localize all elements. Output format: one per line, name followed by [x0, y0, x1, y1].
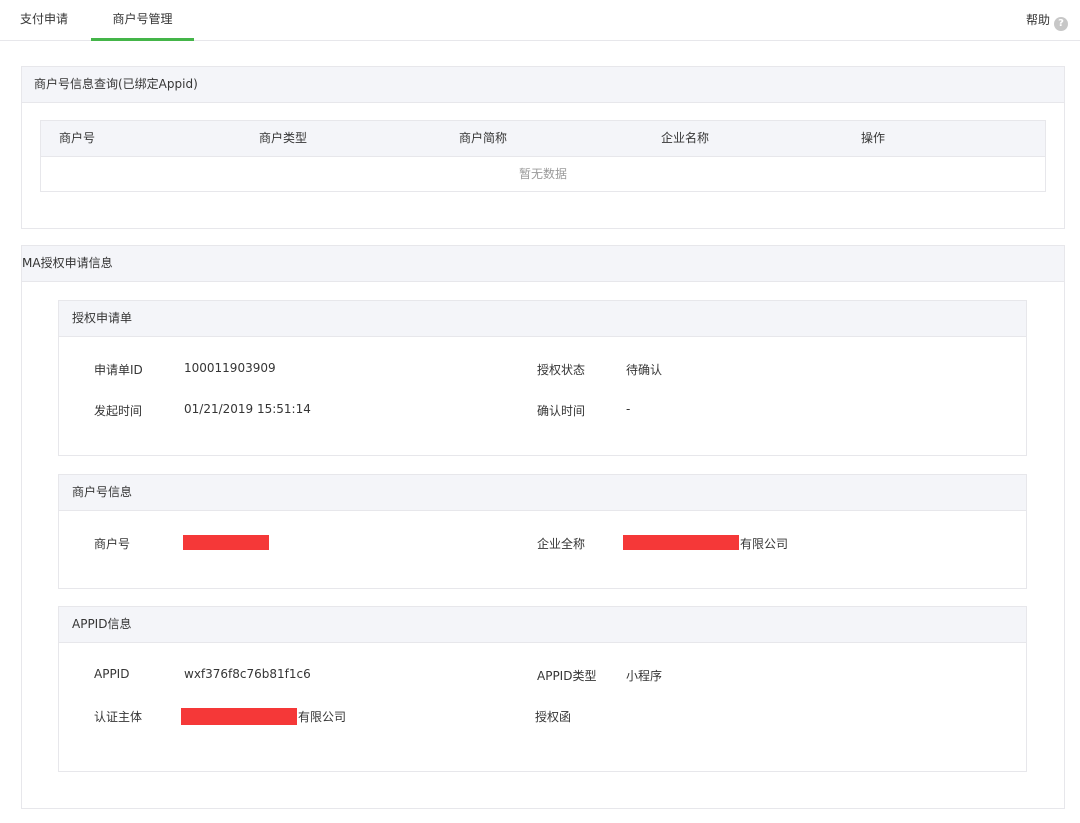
redacted-merchant-id: [183, 535, 269, 550]
confirm-time-value: -: [626, 402, 631, 416]
certified-subject-suffix: 有限公司: [298, 710, 347, 724]
appid-label: APPID: [94, 667, 130, 681]
help-link[interactable]: 帮助?: [1025, 12, 1068, 31]
auth-status-label: 授权状态: [537, 363, 586, 377]
request-id-value: 100011903909: [184, 361, 276, 375]
merchant-query-title: 商户号信息查询(已绑定Appid): [22, 67, 1064, 103]
merchant-info-section: 商户号信息 商户号 企业全称 有限公司: [58, 474, 1027, 589]
column-merchant-id: 商户号: [59, 131, 96, 145]
initiated-time-label: 发起时间: [94, 404, 143, 418]
appid-type-label: APPID类型: [537, 669, 597, 683]
auth-form-section: 授权申请单 申请单ID 100011903909 授权状态 待确认 发起时间 0…: [58, 300, 1027, 456]
auth-status-value: 待确认: [626, 363, 663, 377]
appid-type-value: 小程序: [626, 669, 663, 683]
tab-payment-application[interactable]: 支付申请: [20, 0, 68, 40]
appid-info-section: APPID信息 APPID wxf376f8c76b81f1c6 APPID类型…: [58, 606, 1027, 772]
authorization-letter-label: 授权函: [535, 710, 572, 724]
certified-subject-label: 认证主体: [94, 710, 143, 724]
confirm-time-label: 确认时间: [537, 404, 586, 418]
redacted-certified-subject: [181, 708, 297, 725]
company-name-suffix: 有限公司: [740, 537, 789, 551]
auth-form-title: 授权申请单: [59, 301, 1026, 337]
help-label: 帮助: [1025, 13, 1050, 27]
redacted-company-name: [623, 535, 739, 550]
tab-merchant-management[interactable]: 商户号管理: [91, 0, 194, 41]
merchant-id-label: 商户号: [94, 537, 131, 551]
empty-table-message: 暂无数据: [518, 167, 567, 181]
top-tab-bar: 支付申请 商户号管理 帮助?: [0, 0, 1080, 41]
initiated-time-value: 01/21/2019 15:51:14: [184, 402, 311, 416]
merchant-info-title: 商户号信息: [59, 475, 1026, 511]
column-merchant-type: 商户类型: [259, 131, 308, 145]
ma-auth-panel: MA授权申请信息 授权申请单 申请单ID 100011903909 授权状态 待…: [21, 245, 1065, 809]
column-company-name: 企业名称: [661, 131, 710, 145]
merchant-table: 商户号 商户类型 商户简称 企业名称 操作 暂无数据: [40, 120, 1046, 192]
merchant-table-header: 商户号 商户类型 商户简称 企业名称 操作: [41, 121, 1045, 157]
company-full-name-label: 企业全称: [537, 537, 586, 551]
ma-auth-title: MA授权申请信息: [22, 246, 1064, 282]
request-id-label: 申请单ID: [94, 363, 143, 377]
column-actions: 操作: [861, 131, 886, 145]
column-merchant-short-name: 商户简称: [459, 131, 508, 145]
merchant-query-panel: 商户号信息查询(已绑定Appid) 商户号 商户类型 商户简称 企业名称 操作 …: [21, 66, 1065, 229]
appid-value: wxf376f8c76b81f1c6: [184, 667, 311, 681]
help-icon: ?: [1054, 17, 1068, 31]
appid-info-title: APPID信息: [59, 607, 1026, 643]
